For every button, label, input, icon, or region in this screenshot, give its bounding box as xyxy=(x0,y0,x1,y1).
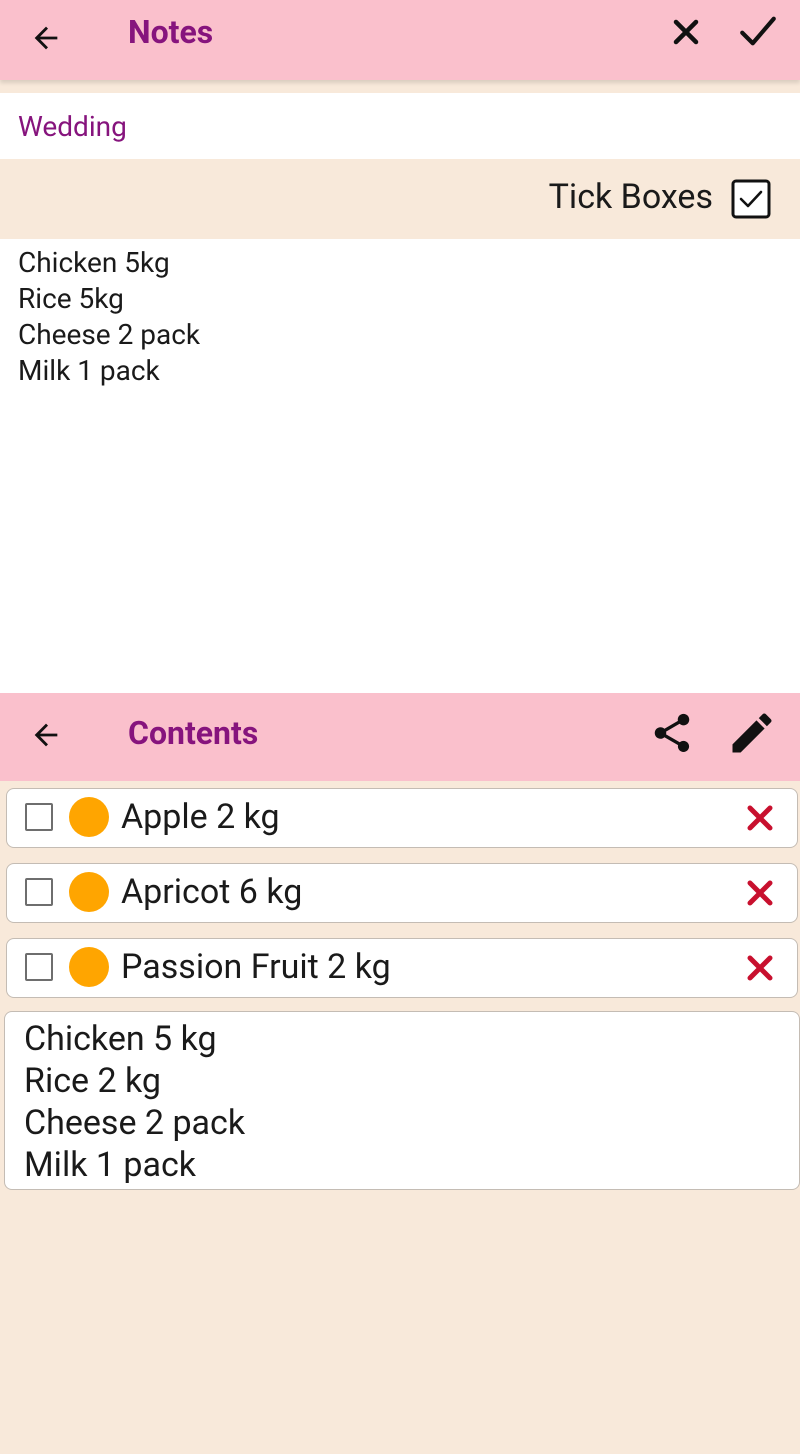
item-checkbox[interactable] xyxy=(25,803,53,831)
orange-dot-icon xyxy=(69,872,109,912)
pencil-icon xyxy=(732,713,772,753)
orange-dot-icon xyxy=(69,947,109,987)
list-item[interactable]: Apricot 6 kg xyxy=(6,863,798,923)
item-checkbox[interactable] xyxy=(25,878,53,906)
delete-item-button[interactable] xyxy=(745,953,775,983)
note-body-line: Rice 5kg xyxy=(18,282,124,315)
list-item[interactable]: Apple 2 kg xyxy=(6,788,798,848)
note-body-line: Chicken 5kg xyxy=(18,246,170,279)
close-icon xyxy=(747,880,773,906)
contents-app-bar: Contents xyxy=(0,693,800,781)
delete-item-button[interactable] xyxy=(745,803,775,833)
item-label: Apple 2 kg xyxy=(121,797,280,837)
item-checkbox[interactable] xyxy=(25,953,53,981)
note-body-line: Cheese 2 pack xyxy=(18,318,201,351)
save-button[interactable] xyxy=(734,8,782,54)
share-icon xyxy=(654,713,690,753)
top-app-bar: Notes xyxy=(0,0,800,80)
arrow-left-icon xyxy=(34,723,58,747)
note-body-textarea[interactable]: Chicken 5kg Rice 5kg Cheese 2 pack Milk … xyxy=(0,239,800,693)
item-label: Apricot 6 kg xyxy=(121,872,303,912)
page-title: Notes xyxy=(128,13,214,51)
contents-line: Cheese 2 pack xyxy=(24,1103,246,1143)
tick-boxes-checkbox[interactable] xyxy=(731,179,771,219)
contents-back-button[interactable] xyxy=(26,715,66,755)
contents-line: Milk 1 pack xyxy=(24,1145,197,1185)
contents-line: Chicken 5 kg xyxy=(24,1019,217,1059)
contents-title: Contents xyxy=(128,714,259,752)
orange-dot-icon xyxy=(69,797,109,837)
share-button[interactable] xyxy=(646,707,698,759)
tick-boxes-label: Tick Boxes xyxy=(548,177,713,217)
check-icon xyxy=(740,16,776,46)
list-item[interactable]: Passion Fruit 2 kg xyxy=(6,938,798,998)
edit-button[interactable] xyxy=(724,705,780,761)
close-icon xyxy=(747,955,773,981)
contents-line: Rice 2 kg xyxy=(24,1061,162,1101)
tick-boxes-row: Tick Boxes xyxy=(0,159,800,239)
checked-box-icon xyxy=(731,179,771,219)
contents-text-card: Chicken 5 kg Rice 2 kg Cheese 2 pack Mil… xyxy=(4,1011,800,1190)
note-body-line: Milk 1 pack xyxy=(18,354,160,387)
arrow-left-icon xyxy=(34,26,58,50)
note-title-input[interactable]: Wedding xyxy=(0,93,800,159)
close-icon xyxy=(673,19,699,45)
delete-item-button[interactable] xyxy=(745,878,775,908)
back-button[interactable] xyxy=(26,18,66,58)
cancel-button[interactable] xyxy=(664,10,708,54)
close-icon xyxy=(747,805,773,831)
item-label: Passion Fruit 2 kg xyxy=(121,947,391,987)
